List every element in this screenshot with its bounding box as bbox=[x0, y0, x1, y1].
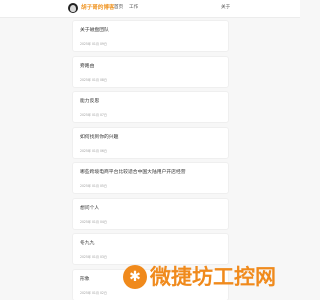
post-card[interactable]: 冬九九 2025年 01月 03日 bbox=[72, 233, 229, 265]
post-title[interactable]: 想问个人 bbox=[80, 205, 99, 212]
post-date: 2025年 01月 09日 bbox=[80, 42, 107, 46]
nav-home-link[interactable]: 首页 bbox=[114, 4, 123, 12]
top-navbar: 胡子哥的博客 首页 工作 关于 bbox=[0, 0, 300, 18]
watermark-logo-icon: ✱ bbox=[123, 265, 147, 289]
post-date: 2025年 01月 02日 bbox=[80, 290, 107, 295]
post-card[interactable]: 如何找到你的兴趣 2025年 01月 06日 bbox=[72, 126, 229, 159]
post-date: 2025年 01月 07日 bbox=[80, 113, 107, 117]
watermark: ✱ 微捷坊工控网 bbox=[123, 263, 298, 291]
watermark-text: 微捷坊工控网 bbox=[150, 265, 276, 289]
site-title[interactable]: 胡子哥的博客 bbox=[81, 4, 115, 12]
post-date: 2025年 01月 06日 bbox=[80, 148, 107, 153]
nav-about-link[interactable]: 关于 bbox=[221, 4, 230, 12]
post-title[interactable]: 关于磁盘团队 bbox=[80, 27, 109, 34]
post-date: 2025年 01月 03日 bbox=[80, 255, 107, 259]
post-date: 2025年 01月 04日 bbox=[80, 219, 107, 224]
post-date: 2025年 01月 05日 bbox=[80, 184, 107, 188]
post-card[interactable]: 哪些跨境电商平台比较适合中国大陆用户开店经营 2025年 01月 05日 bbox=[72, 162, 229, 194]
post-date: 2025年 01月 08日 bbox=[80, 77, 107, 82]
post-list: 关于磁盘团队 2025年 01月 09日 旁路由 2025年 01月 08日 能… bbox=[72, 20, 229, 300]
post-title[interactable]: 冬九九 bbox=[80, 240, 94, 247]
post-title[interactable]: 旁路由 bbox=[80, 63, 94, 70]
post-card[interactable]: 旁路由 2025年 01月 08日 bbox=[72, 55, 229, 88]
post-title[interactable]: 能力反思 bbox=[80, 98, 99, 105]
post-card[interactable]: 关于磁盘团队 2025年 01月 09日 bbox=[72, 20, 229, 52]
nav-work-link[interactable]: 工作 bbox=[129, 4, 138, 12]
post-title[interactable]: 如何找到你的兴趣 bbox=[80, 134, 118, 141]
post-title[interactable]: 哪些跨境电商平台比较适合中国大陆用户开店经营 bbox=[80, 169, 186, 176]
post-card[interactable]: 能力反思 2025年 01月 07日 bbox=[72, 91, 229, 123]
avatar[interactable] bbox=[68, 3, 78, 13]
post-card[interactable]: 想问个人 2025年 01月 04日 bbox=[72, 197, 229, 230]
post-title[interactable]: 形象 bbox=[80, 276, 90, 283]
